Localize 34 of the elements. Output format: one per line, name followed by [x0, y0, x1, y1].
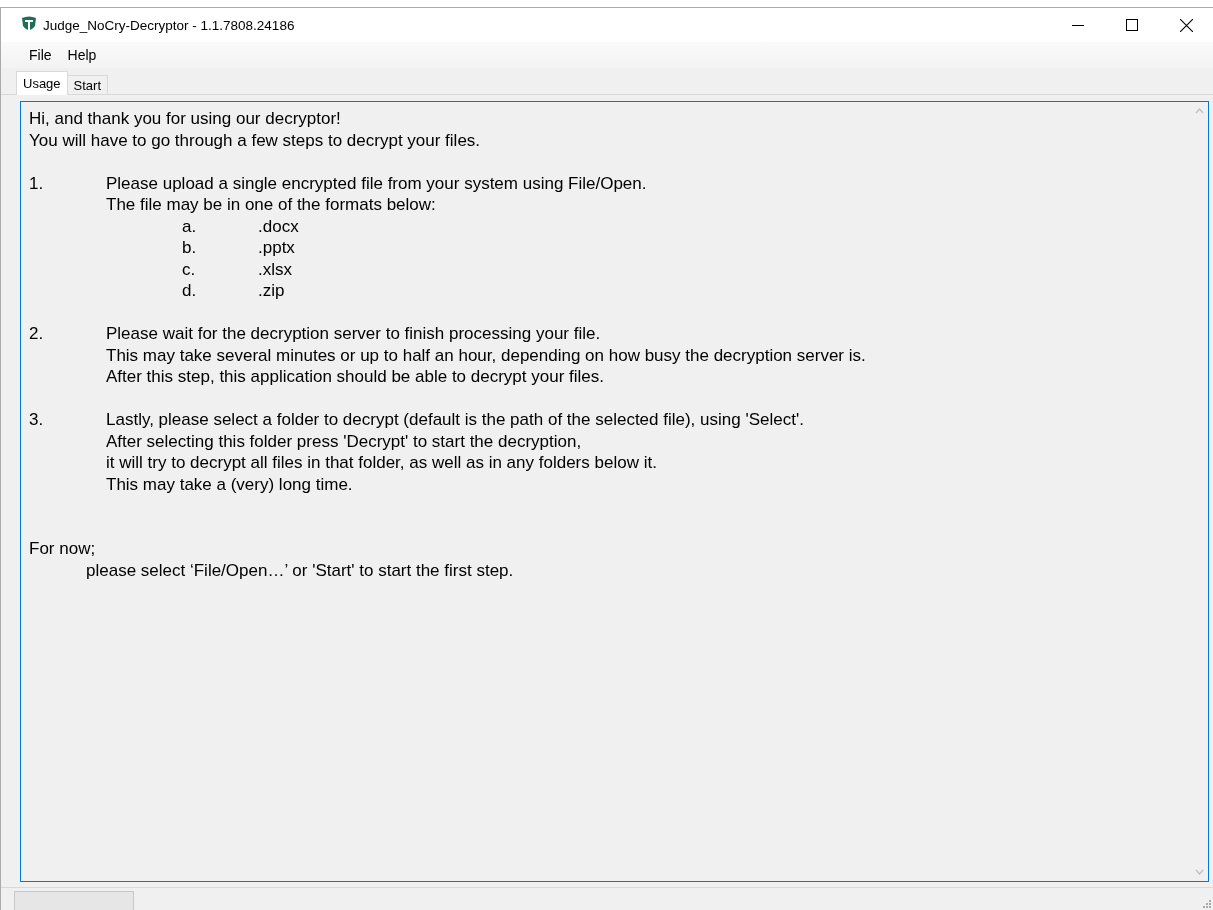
maximize-icon	[1126, 19, 1138, 31]
list-marker: b.	[182, 237, 198, 259]
close-icon	[1179, 18, 1193, 32]
scroll-down-icon[interactable]	[1195, 869, 1204, 875]
text-line: it will try to decrypt all files in that folder, as well as in any folders below it.	[106, 452, 658, 474]
format-item: .zip	[258, 280, 286, 302]
text-line: Please wait for the decryption server to finish processing your file.	[106, 323, 602, 345]
list-marker: c.	[182, 258, 197, 280]
menu-item[interactable]: Help	[59, 44, 105, 66]
text-line: For now;	[29, 538, 97, 560]
list-marker: d.	[182, 280, 198, 302]
text-line: This may take several minutes or up to half an hour, depending on how busy the decryption server is.	[106, 344, 867, 366]
text-line: The file may be in one of the formats below:	[106, 194, 437, 216]
window-title: Judge_NoCry-Decryptor - 1.1.7808.24186	[43, 17, 296, 33]
scroll-up-icon[interactable]	[1195, 108, 1204, 114]
format-item: .docx	[258, 215, 300, 237]
text-line: This may take a (very) long time.	[106, 473, 354, 495]
text-line: Hi, and thank you for using our decryptor!	[29, 108, 342, 130]
text-line: After selecting this folder press 'Decrypt' to start the decryption,	[106, 430, 583, 452]
step-number: 1.	[29, 172, 45, 195]
text-line: Lastly, please select a folder to decrypt (default is the path of the selected file), using 'Select'.	[106, 409, 805, 431]
format-item: .xlsx	[258, 258, 293, 280]
text-line: After this step, this application should be able to decrypt your files.	[106, 366, 605, 388]
text-line: please select ‘File/Open…’ or 'Start' to start the first step.	[85, 559, 515, 581]
tab[interactable]: Usage	[16, 71, 68, 95]
resize-grip-icon[interactable]	[1201, 898, 1211, 908]
step-number: 3.	[29, 409, 45, 431]
text-line: Please upload a single encrypted file from your system using File/Open.	[106, 172, 648, 194]
step-number: 2.	[29, 323, 45, 345]
menu-item[interactable]: File	[21, 44, 60, 66]
format-item: .pptx	[258, 237, 296, 259]
list-marker: a.	[182, 215, 198, 237]
tab[interactable]: Start	[66, 75, 109, 94]
text-line: You will have to go through a few steps to decrypt your files.	[29, 129, 482, 151]
